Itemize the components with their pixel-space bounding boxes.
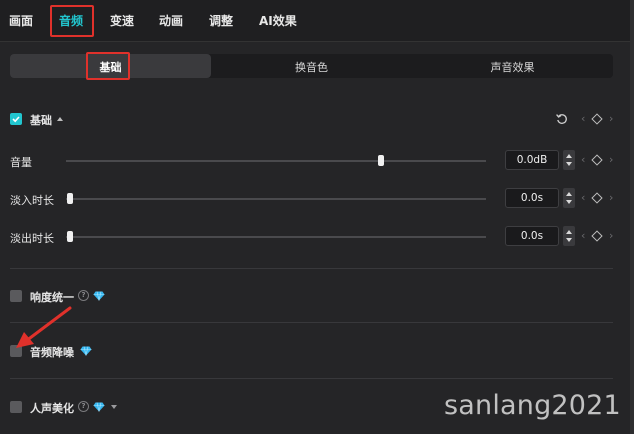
tab-adjust[interactable]: 调整 bbox=[209, 12, 233, 29]
fade-out-label: 淡出时长 bbox=[10, 232, 54, 245]
basic-section-title: 基础 bbox=[30, 114, 52, 127]
vip-diamond-icon bbox=[93, 402, 105, 412]
check-icon bbox=[12, 116, 20, 123]
keyframe-diamond-icon[interactable] bbox=[591, 154, 603, 166]
basic-section-checkbox[interactable] bbox=[10, 113, 22, 125]
basic-keyframe-control[interactable]: ‹ › bbox=[581, 112, 615, 126]
info-icon[interactable]: ? bbox=[78, 401, 89, 412]
voice-beautify-checkbox[interactable] bbox=[10, 401, 22, 413]
tab-animation[interactable]: 动画 bbox=[159, 12, 183, 29]
highlight-box-audio-tab bbox=[50, 5, 94, 37]
keyframe-diamond-icon[interactable] bbox=[591, 230, 603, 242]
collapse-arrow-icon[interactable] bbox=[57, 117, 63, 121]
tab-ai-effects[interactable]: AI效果 bbox=[259, 12, 297, 29]
fade-in-slider-track[interactable] bbox=[66, 198, 486, 200]
annotation-arrow bbox=[16, 306, 72, 348]
vip-diamond-icon bbox=[93, 291, 105, 301]
fade-out-slider-track[interactable] bbox=[66, 236, 486, 238]
volume-slider-track[interactable] bbox=[66, 160, 486, 162]
keyframe-diamond-icon[interactable] bbox=[591, 113, 603, 125]
volume-keyframe-control[interactable]: ‹ › bbox=[581, 153, 615, 167]
divider bbox=[10, 268, 613, 269]
voice-beautify-label: 人声美化 bbox=[30, 402, 74, 415]
prev-keyframe-icon[interactable]: ‹ bbox=[581, 153, 585, 167]
fade-out-keyframe-control[interactable]: ‹ › bbox=[581, 229, 615, 243]
watermark: sanlang2021 bbox=[444, 390, 621, 421]
volume-stepper[interactable] bbox=[563, 150, 575, 170]
fade-in-slider-thumb[interactable] bbox=[67, 193, 73, 204]
next-keyframe-icon[interactable]: › bbox=[609, 229, 613, 243]
fade-out-stepper[interactable] bbox=[563, 226, 575, 246]
prev-keyframe-icon[interactable]: ‹ bbox=[581, 191, 585, 205]
next-keyframe-icon[interactable]: › bbox=[609, 112, 613, 126]
next-keyframe-icon[interactable]: › bbox=[609, 191, 613, 205]
volume-label: 音量 bbox=[10, 156, 32, 169]
tab-picture[interactable]: 画面 bbox=[9, 12, 33, 29]
fade-out-value-input[interactable]: 0.0s bbox=[505, 226, 559, 246]
divider bbox=[10, 322, 613, 323]
volume-value-input[interactable]: 0.0dB bbox=[505, 150, 559, 170]
chevron-down-icon[interactable] bbox=[111, 405, 117, 409]
prev-keyframe-icon[interactable]: ‹ bbox=[581, 112, 585, 126]
highlight-box-basic-subtab bbox=[86, 52, 130, 80]
fade-in-label: 淡入时长 bbox=[10, 194, 54, 207]
sub-tab-voice-change[interactable]: 换音色 bbox=[211, 59, 412, 75]
next-keyframe-icon[interactable]: › bbox=[609, 153, 613, 167]
fade-in-value-input[interactable]: 0.0s bbox=[505, 188, 559, 208]
prev-keyframe-icon[interactable]: ‹ bbox=[581, 229, 585, 243]
loudness-normalization-label: 响度统一 bbox=[30, 291, 74, 304]
loudness-normalization-checkbox[interactable] bbox=[10, 290, 22, 302]
divider bbox=[10, 378, 613, 379]
scrollbar[interactable] bbox=[630, 0, 634, 434]
reset-icon[interactable] bbox=[555, 112, 569, 126]
fade-in-stepper[interactable] bbox=[563, 188, 575, 208]
fade-in-keyframe-control[interactable]: ‹ › bbox=[581, 191, 615, 205]
keyframe-diamond-icon[interactable] bbox=[591, 192, 603, 204]
top-tab-bar: 画面 音频 变速 动画 调整 AI效果 bbox=[0, 0, 634, 42]
info-icon[interactable]: ? bbox=[78, 290, 89, 301]
tab-speed[interactable]: 变速 bbox=[110, 12, 134, 29]
fade-out-slider-thumb[interactable] bbox=[67, 231, 73, 242]
sub-tab-sound-effects[interactable]: 声音效果 bbox=[412, 59, 613, 75]
vip-diamond-icon bbox=[80, 346, 92, 356]
volume-slider-thumb[interactable] bbox=[377, 155, 384, 166]
